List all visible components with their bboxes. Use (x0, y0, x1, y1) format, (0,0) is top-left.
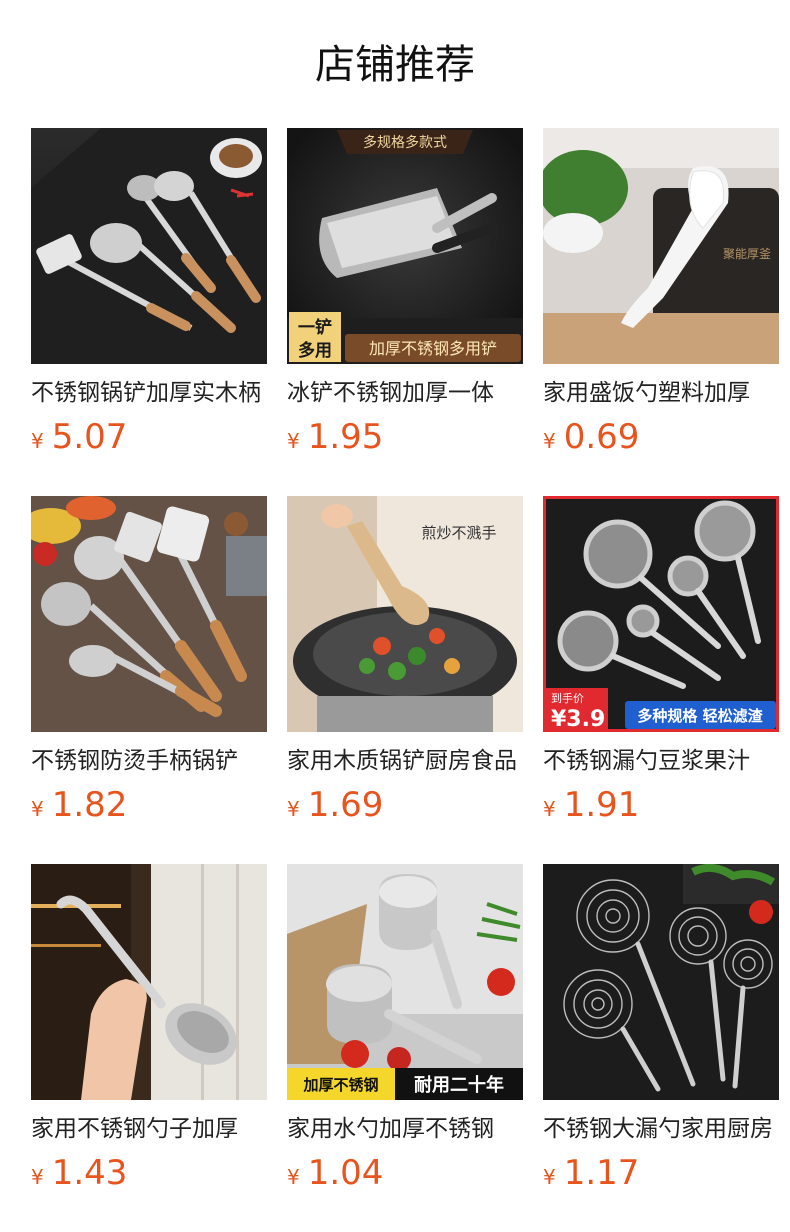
product-card[interactable]: 聚能厚釜 家用盛饭勺塑料加厚 ¥0.69 (543, 128, 779, 460)
price-value: 1.82 (51, 785, 128, 825)
svg-text:煎炒不溅手: 煎炒不溅手 (421, 524, 496, 542)
currency-symbol: ¥ (31, 429, 44, 453)
price-value: 1.43 (51, 1153, 128, 1193)
product-name[interactable]: 不锈钢大漏勺家用厨房 (543, 1112, 779, 1146)
svg-text:到手价: 到手价 (551, 691, 584, 705)
product-price: ¥1.43 (31, 1150, 267, 1196)
svg-text:加厚不锈钢: 加厚不锈钢 (302, 1076, 378, 1094)
product-card[interactable]: 煎炒不溅手 家用木质锅铲厨房食品 ¥1.69 (287, 496, 523, 828)
product-price: ¥1.17 (543, 1150, 779, 1196)
product-card[interactable]: 不锈钢防烫手柄锅铲 ¥1.82 (31, 496, 267, 828)
svg-text:多种规格 轻松滤渣: 多种规格 轻松滤渣 (637, 707, 763, 725)
price-value: 5.07 (51, 417, 128, 457)
svg-text:加厚不锈钢多用铲: 加厚不锈钢多用铲 (369, 339, 497, 358)
strainer-set-image[interactable]: 到手价 ¥3.9 多种规格 轻松滤渣 (543, 496, 779, 732)
product-card[interactable]: 不锈钢大漏勺家用厨房 ¥1.17 (543, 864, 779, 1196)
product-name[interactable]: 不锈钢漏勺豆浆果汁 (543, 744, 779, 778)
svg-text:多用: 多用 (298, 340, 332, 361)
price-value: 1.04 (307, 1153, 384, 1193)
product-card[interactable]: 家用不锈钢勺子加厚 ¥1.43 (31, 864, 267, 1196)
section-title: 店铺推荐 (315, 42, 475, 88)
currency-symbol: ¥ (287, 797, 300, 821)
product-price: ¥1.82 (31, 782, 267, 828)
ladle-set-image[interactable] (31, 128, 267, 364)
ice-scoop-image[interactable]: 多规格多款式 一铲 多用 加厚不锈钢多用铲 (287, 128, 523, 364)
price-value: 1.17 (563, 1153, 640, 1193)
product-name[interactable]: 冰铲不锈钢加厚一体 (287, 376, 523, 410)
product-name[interactable]: 不锈钢防烫手柄锅铲 (31, 744, 267, 778)
product-card[interactable]: 加厚不锈钢 耐用二十年 家用水勺加厚不锈钢 ¥1.04 (287, 864, 523, 1196)
product-name[interactable]: 家用盛饭勺塑料加厚 (543, 376, 779, 410)
product-price: ¥5.07 (31, 414, 267, 460)
svg-text:聚能厚釜: 聚能厚釜 (723, 246, 771, 261)
svg-text:耐用二十年: 耐用二十年 (414, 1074, 504, 1096)
currency-symbol: ¥ (543, 797, 556, 821)
currency-symbol: ¥ (31, 1165, 44, 1189)
currency-symbol: ¥ (543, 429, 556, 453)
price-value: 1.91 (563, 785, 640, 825)
utensil-set-image[interactable] (31, 496, 267, 732)
price-value: 0.69 (563, 417, 640, 457)
svg-text:多规格多款式: 多规格多款式 (363, 134, 447, 151)
product-name[interactable]: 家用木质锅铲厨房食品 (287, 744, 523, 778)
water-ladle-image[interactable]: 加厚不锈钢 耐用二十年 (287, 864, 523, 1100)
product-price: ¥1.04 (287, 1150, 523, 1196)
rice-paddle-image[interactable]: 聚能厚釜 (543, 128, 779, 364)
product-price: ¥1.91 (543, 782, 779, 828)
product-price: ¥1.95 (287, 414, 523, 460)
product-card[interactable]: 到手价 ¥3.9 多种规格 轻松滤渣 不锈钢漏勺豆浆果汁 ¥1.91 (543, 496, 779, 828)
spoon-image[interactable] (31, 864, 267, 1100)
product-card[interactable]: 多规格多款式 一铲 多用 加厚不锈钢多用铲 冰铲不锈钢加厚一体 ¥1.95 (287, 128, 523, 460)
price-value: 1.69 (307, 785, 384, 825)
product-name[interactable]: 家用水勺加厚不锈钢 (287, 1112, 523, 1146)
currency-symbol: ¥ (31, 797, 44, 821)
wire-skimmer-image[interactable] (543, 864, 779, 1100)
svg-text:一铲: 一铲 (298, 317, 332, 338)
product-price: ¥0.69 (543, 414, 779, 460)
product-card[interactable]: 不锈钢锅铲加厚实木柄 ¥5.07 (31, 128, 267, 460)
currency-symbol: ¥ (287, 429, 300, 453)
currency-symbol: ¥ (287, 1165, 300, 1189)
product-name[interactable]: 家用不锈钢勺子加厚 (31, 1112, 267, 1146)
product-price: ¥1.69 (287, 782, 523, 828)
svg-text:¥3.9: ¥3.9 (551, 707, 605, 732)
price-value: 1.95 (307, 417, 384, 457)
wooden-spatula-image[interactable]: 煎炒不溅手 (287, 496, 523, 732)
currency-symbol: ¥ (543, 1165, 556, 1189)
product-name[interactable]: 不锈钢锅铲加厚实木柄 (31, 376, 267, 410)
